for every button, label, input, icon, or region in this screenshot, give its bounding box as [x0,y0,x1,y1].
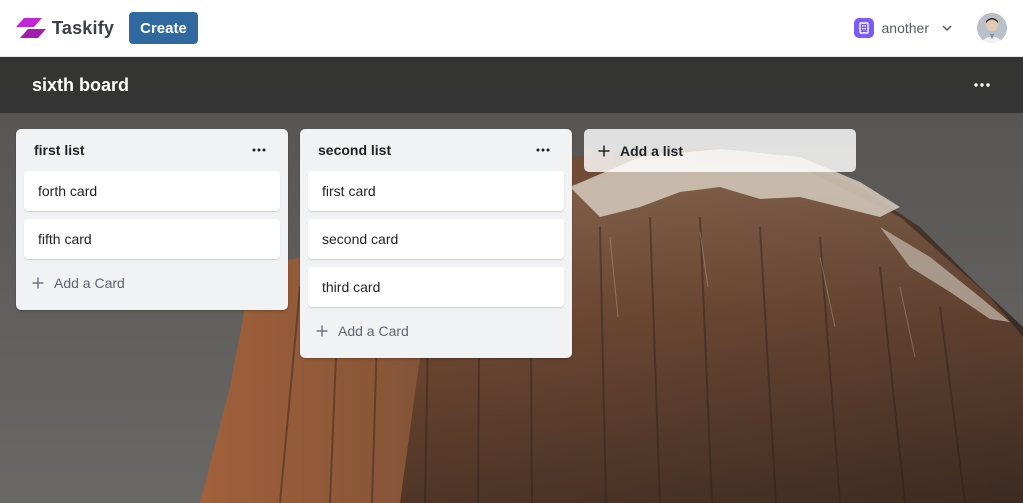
card[interactable]: fifth card [24,219,280,259]
add-card-label: Add a Card [338,323,409,339]
card[interactable]: forth card [24,171,280,211]
logo[interactable]: Taskify [16,17,114,39]
lists-container: first list forth card fifth card Add a C… [16,129,856,358]
top-navbar: Taskify Create another [0,0,1023,57]
list-title[interactable]: first list [34,142,85,158]
user-avatar[interactable] [977,13,1007,43]
organization-name: another [881,20,929,36]
more-horizontal-icon[interactable] [248,140,270,160]
board-header: sixth board [0,57,1023,113]
add-card-button[interactable]: Add a Card [308,313,564,349]
plus-icon [598,145,610,156]
more-horizontal-icon[interactable] [532,140,554,160]
more-horizontal-icon[interactable] [970,75,994,95]
card[interactable]: third card [308,267,564,307]
list-header: second list [308,129,564,171]
building-icon [853,18,874,38]
plus-icon [32,277,44,289]
add-list-button[interactable]: Add a list [584,129,856,172]
taskify-logo-icon [16,18,46,38]
card[interactable]: second card [308,219,564,259]
organization-switcher[interactable]: another [848,14,959,42]
list-title[interactable]: second list [318,142,391,158]
add-card-label: Add a Card [54,275,125,291]
add-card-button[interactable]: Add a Card [24,265,280,301]
board-title[interactable]: sixth board [32,75,129,96]
create-button[interactable]: Create [129,12,198,44]
logo-text: Taskify [52,17,115,38]
plus-icon [316,325,328,337]
card[interactable]: first card [308,171,564,211]
chevron-down-icon [942,25,952,32]
list-header: first list [24,129,280,171]
list-first: first list forth card fifth card Add a C… [16,129,288,310]
list-second: second list first card second card third… [300,129,572,358]
navbar-right: another [848,13,1007,43]
add-list-label: Add a list [620,142,684,159]
